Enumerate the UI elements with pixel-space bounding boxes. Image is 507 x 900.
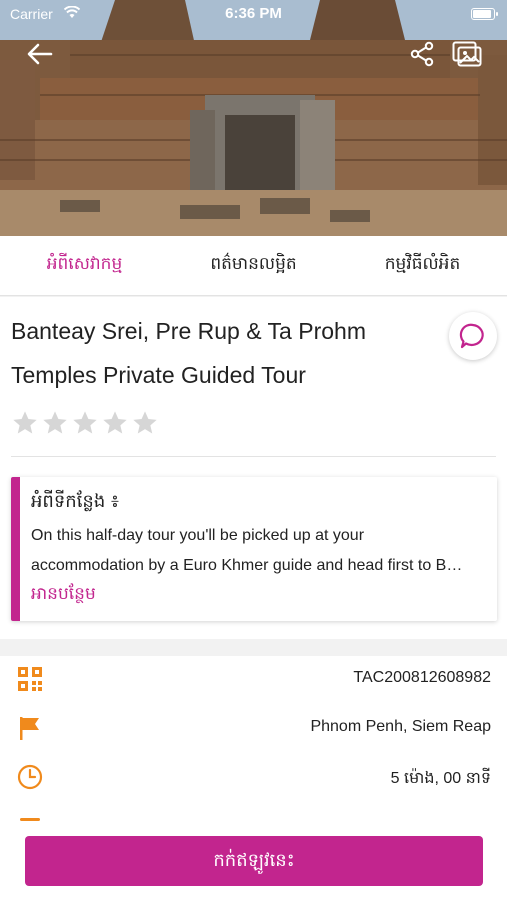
about-description: On this half-day tour you'll be picked u… (31, 521, 486, 581)
tab-details[interactable]: ពត៌មានលម្អិត (169, 236, 338, 295)
description-line: On this half-day tour you'll be picked u… (31, 527, 365, 544)
about-heading: អំពីទីកន្លែង ៖ (31, 491, 119, 512)
info-row-code: TAC200812608982 (0, 664, 507, 694)
status-bar: Carrier 6:36 PM (0, 0, 507, 28)
accent-bar (11, 477, 20, 621)
battery-icon (471, 8, 498, 20)
gallery-button[interactable] (449, 36, 485, 72)
arrow-left-icon (27, 43, 53, 65)
tab-program[interactable]: កម្មវិធីលំអិត (338, 236, 507, 295)
star-icon (73, 411, 97, 434)
description-line: accommodation by a Euro Khmer guide and … (31, 557, 463, 574)
tour-title: Banteay Srei, Pre Rup & Ta Prohm Temples… (11, 318, 366, 388)
share-icon (410, 41, 434, 67)
share-button[interactable] (404, 36, 440, 72)
clock: 6:36 PM (225, 5, 282, 22)
product-code: TAC200812608982 (353, 669, 491, 686)
about-place-card: អំពីទីកន្លែង ៖ On this half-day tour you… (11, 477, 497, 621)
tour-main-card: Banteay Srei, Pre Rup & Ta Prohm Temples… (0, 297, 507, 639)
duration-value: 5 ម៉ោង, 00 នាទី (390, 770, 491, 787)
partial-icon (20, 818, 40, 821)
divider (11, 456, 496, 457)
info-row-location: Phnom Penh, Siem Reap (0, 713, 507, 743)
clock-icon (17, 764, 43, 790)
back-button[interactable] (22, 36, 58, 72)
tab-about-service[interactable]: អំពីសេវាកម្ម (0, 236, 169, 295)
info-row-duration: 5 ម៉ោង, 00 នាទី (0, 762, 507, 792)
rating-stars (11, 409, 159, 437)
flag-icon (20, 717, 39, 740)
tab-bar: អំពីសេវាកម្ម ពត៌មានលម្អិត កម្មវិធីលំអិត (0, 236, 507, 296)
chat-bubble-icon (459, 323, 484, 349)
book-now-button[interactable]: កក់ឥឡូវនេះ (25, 836, 483, 886)
chat-button[interactable] (449, 312, 497, 360)
star-icon (43, 411, 67, 434)
location-value: Phnom Penh, Siem Reap (310, 718, 491, 735)
star-icon (133, 411, 157, 434)
star-icon (13, 411, 37, 434)
hero-image: Carrier 6:36 PM (0, 0, 507, 236)
read-more-link[interactable]: អានបន្ថែម (31, 583, 96, 608)
qr-code-icon (18, 667, 42, 691)
gallery-icon (452, 41, 482, 67)
star-icon (103, 411, 127, 434)
